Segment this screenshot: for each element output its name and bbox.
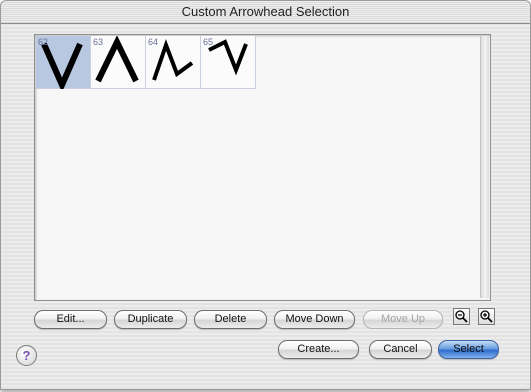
arrowhead-selection-dialog: Custom Arrowhead Selection 62 63 64 65 E… [0, 0, 531, 390]
arrowhead-number: 63 [93, 37, 104, 47]
arrowhead-cell-65[interactable]: 65 [201, 36, 256, 89]
move-down-button[interactable]: Move Down [274, 310, 355, 329]
title-bar: Custom Arrowhead Selection [1, 1, 530, 24]
edit-button[interactable]: Edit... [34, 310, 107, 329]
zoom-in-icon [480, 310, 493, 323]
arrowhead-grid: 62 63 64 65 [36, 36, 256, 89]
duplicate-button[interactable]: Duplicate [114, 310, 187, 329]
select-button[interactable]: Select [438, 340, 499, 359]
arrowhead-cell-62[interactable]: 62 [36, 36, 91, 89]
arrowhead-cell-63[interactable]: 63 [91, 36, 146, 89]
window-title: Custom Arrowhead Selection [181, 4, 350, 19]
arrowhead-cell-64[interactable]: 64 [146, 36, 201, 89]
arrowhead-number: 62 [38, 37, 49, 47]
zoom-in-button[interactable] [478, 308, 495, 325]
delete-button[interactable]: Delete [194, 310, 267, 329]
arrowhead-number: 65 [203, 37, 214, 47]
arrowhead-grid-panel: 62 63 64 65 [34, 34, 491, 301]
zoom-out-button[interactable] [453, 308, 470, 325]
create-button[interactable]: Create... [278, 340, 359, 359]
vertical-scrollbar[interactable] [480, 36, 489, 298]
move-up-button: Move Up [363, 310, 443, 329]
cancel-button[interactable]: Cancel [369, 340, 432, 359]
help-button[interactable]: ? [16, 345, 37, 366]
zoom-out-icon [455, 310, 468, 323]
arrowhead-number: 64 [148, 37, 159, 47]
